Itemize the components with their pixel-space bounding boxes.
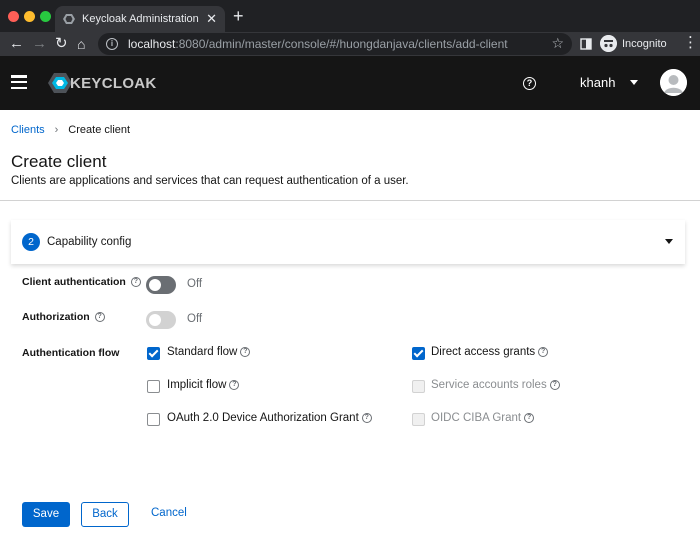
forward-arrow-icon[interactable]: → xyxy=(32,34,47,54)
save-button[interactable]: Save xyxy=(22,502,70,527)
caret-down-icon xyxy=(630,80,639,85)
cancel-button[interactable]: Cancel xyxy=(151,507,187,519)
incognito-icon xyxy=(600,35,617,52)
breadcrumb-current: Create client xyxy=(68,124,131,136)
client-authentication-switch[interactable] xyxy=(146,276,176,294)
oauth-device-grant-checkbox[interactable] xyxy=(147,413,160,426)
browser-toolbar: ← → ↻ ⌂ i localhost:8080/admin/master/co… xyxy=(0,32,700,56)
hamburger-menu-icon[interactable] xyxy=(11,75,27,90)
wizard-step-capability-config[interactable]: 2 Capability config xyxy=(11,220,685,264)
url-text: localhost:8080/admin/master/console/#/hu… xyxy=(128,37,508,51)
user-name: khanh xyxy=(580,75,616,90)
help-icon[interactable]: ? xyxy=(549,380,560,390)
oidc-ciba-grant-label: OIDC CIBA Grant ? xyxy=(431,412,535,424)
keycloak-logo[interactable]: KEYCLOAK xyxy=(48,72,157,94)
help-icon[interactable]: ? xyxy=(94,312,105,322)
help-icon[interactable]: ? xyxy=(524,413,535,423)
keycloak-logo-icon xyxy=(48,73,72,93)
reload-icon[interactable]: ↻ xyxy=(55,34,68,54)
browser-tab[interactable]: Keycloak Administration Conso ✕ xyxy=(55,6,225,32)
implicit-flow-checkbox[interactable] xyxy=(147,380,160,393)
switch-knob xyxy=(149,314,161,326)
help-icon[interactable]: ? xyxy=(240,347,251,357)
oauth-device-grant-label: OAuth 2.0 Device Authorization Grant ? xyxy=(167,412,372,424)
maximize-window-button[interactable] xyxy=(40,11,51,22)
help-icon[interactable]: ? xyxy=(229,380,240,390)
tab-close-icon[interactable]: ✕ xyxy=(206,11,217,27)
address-bar[interactable]: i localhost:8080/admin/master/console/#/… xyxy=(98,33,572,55)
authorization-switch[interactable] xyxy=(146,311,176,329)
avatar[interactable] xyxy=(660,69,687,96)
breadcrumb-separator-icon: › xyxy=(54,124,59,136)
tab-title: Keycloak Administration Conso xyxy=(82,13,202,25)
logo-text: KEYCLOAK xyxy=(70,74,157,92)
bookmark-star-icon[interactable]: ☆ xyxy=(551,35,564,52)
client-authentication-label: Client authentication ? xyxy=(22,276,141,288)
service-accounts-roles-label: Service accounts roles ? xyxy=(431,379,560,391)
incognito-label: Incognito xyxy=(622,37,667,50)
client-authentication-state: Off xyxy=(187,278,203,290)
help-icon[interactable]: ? xyxy=(538,347,549,357)
standard-flow-label: Standard flow ? xyxy=(167,346,251,358)
incognito-indicator[interactable]: Incognito xyxy=(600,35,667,52)
step-number-badge: 2 xyxy=(22,233,40,251)
help-icon[interactable]: ? xyxy=(130,277,141,287)
direct-access-grants-checkbox[interactable] xyxy=(412,347,425,360)
caret-down-icon[interactable] xyxy=(665,239,673,244)
oidc-ciba-grant-checkbox[interactable] xyxy=(412,413,425,426)
implicit-flow-label: Implicit flow ? xyxy=(167,379,240,391)
help-icon[interactable]: ? xyxy=(523,77,536,90)
new-tab-icon[interactable]: + xyxy=(233,6,244,26)
site-info-icon[interactable]: i xyxy=(106,38,118,50)
browser-menu-icon[interactable]: ⋮ xyxy=(683,33,698,51)
user-dropdown[interactable]: khanh xyxy=(580,75,639,90)
close-window-button[interactable] xyxy=(8,11,19,22)
help-icon[interactable]: ? xyxy=(361,413,372,423)
header-divider xyxy=(0,200,700,201)
authentication-flow-label: Authentication flow xyxy=(22,347,120,359)
direct-access-grants-label: Direct access grants ? xyxy=(431,346,549,358)
authorization-state: Off xyxy=(187,313,203,325)
breadcrumb-clients-link[interactable]: Clients xyxy=(11,124,45,136)
service-accounts-roles-checkbox[interactable] xyxy=(412,380,425,393)
side-panel-icon[interactable] xyxy=(580,38,592,50)
browser-tab-bar: Keycloak Administration Conso ✕ + xyxy=(0,0,700,32)
masthead: KEYCLOAK ? khanh xyxy=(0,56,700,110)
minimize-window-button[interactable] xyxy=(24,11,35,22)
page-title: Create client xyxy=(11,152,107,171)
breadcrumb: Clients › Create client xyxy=(11,124,130,136)
home-icon[interactable]: ⌂ xyxy=(77,34,85,54)
keycloak-favicon-icon xyxy=(63,14,75,24)
back-arrow-icon[interactable]: ← xyxy=(9,34,24,54)
back-button[interactable]: Back xyxy=(81,502,129,527)
page-description: Clients are applications and services th… xyxy=(11,175,409,187)
switch-knob xyxy=(149,279,161,291)
standard-flow-checkbox[interactable] xyxy=(147,347,160,360)
step-label: Capability config xyxy=(47,236,132,248)
authorization-label: Authorization ? xyxy=(22,311,105,323)
main-content: Clients › Create client Create client Cl… xyxy=(0,110,700,551)
